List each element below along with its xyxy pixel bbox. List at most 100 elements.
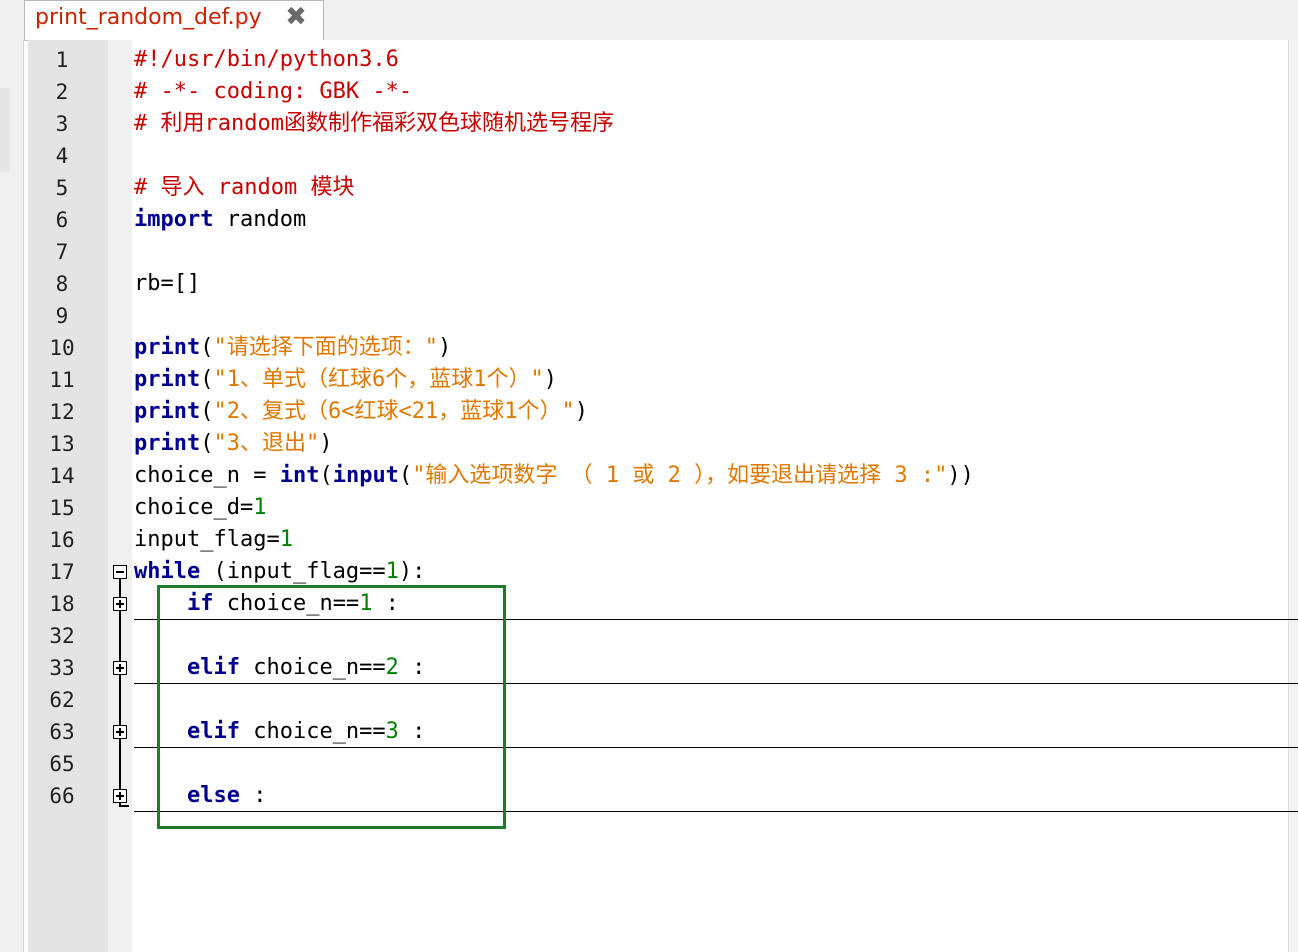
code-text[interactable]: # 导入 random 模块	[134, 172, 354, 204]
code-token: (	[200, 335, 214, 360]
code-token: #!/usr/bin/python3.6	[134, 47, 399, 72]
code-text[interactable]: print("请选择下面的选项：")	[134, 332, 451, 364]
line-number: 11	[49, 368, 75, 392]
tab-bar: print_random_def.py ✖	[0, 0, 1298, 41]
code-line[interactable]: 8 rb=[]	[0, 268, 1298, 300]
fold-tree-line	[119, 579, 121, 805]
code-line[interactable]: 11 print("1、单式（红球6个，蓝球1个）")	[0, 364, 1298, 396]
code-text[interactable]: # 利用random函数制作福彩双色球随机选号程序	[134, 108, 614, 140]
code-token: input	[332, 463, 399, 488]
line-number: 18	[49, 592, 75, 616]
code-token: (	[200, 367, 214, 392]
highlight-box	[157, 585, 506, 829]
code-token: int	[279, 463, 320, 488]
code-token: # -*- coding: GBK -*-	[134, 79, 413, 104]
code-token: (input_flag==	[200, 559, 386, 584]
code-token: "1、单式（红球6个，蓝球1个）"	[213, 367, 544, 392]
code-text[interactable]: input_flag=1	[134, 524, 293, 556]
code-text[interactable]: # -*- coding: GBK -*-	[134, 76, 412, 108]
code-line[interactable]: 12 print("2、复式（6<红球<21，蓝球1个）")	[0, 396, 1298, 428]
code-line[interactable]: 10 print("请选择下面的选项：")	[0, 332, 1298, 364]
code-line[interactable]: 9	[0, 300, 1298, 332]
code-line[interactable]: 6 import random	[0, 204, 1298, 236]
code-line[interactable]: 15 choice_d=1	[0, 492, 1298, 524]
code-token: rb=[]	[134, 271, 201, 296]
code-text[interactable]: while (input_flag==1):	[134, 556, 425, 588]
code-line[interactable]: 4	[0, 140, 1298, 172]
line-number: 17	[49, 560, 75, 584]
code-token: print	[134, 431, 201, 456]
fold-expand-toggle[interactable]	[113, 597, 127, 611]
code-token: ):	[398, 559, 426, 584]
code-line[interactable]: 1 #!/usr/bin/python3.6	[0, 44, 1298, 76]
code-token: 1	[385, 559, 399, 584]
line-number: 4	[55, 144, 69, 168]
code-token: while	[134, 559, 201, 584]
code-token: print	[134, 367, 201, 392]
fold-tree-end	[119, 805, 129, 807]
code-text[interactable]: print("2、复式（6<红球<21，蓝球1个）")	[134, 396, 588, 428]
code-line[interactable]: 16 input_flag=1	[0, 524, 1298, 556]
code-token: (	[398, 463, 413, 488]
code-text[interactable]: rb=[]	[134, 268, 200, 300]
code-line[interactable]: 17 while (input_flag==1):	[0, 556, 1298, 588]
line-number: 14	[49, 464, 75, 488]
fold-expand-toggle[interactable]	[113, 725, 127, 739]
line-number: 5	[55, 176, 69, 200]
code-token: "3、退出"	[213, 431, 320, 456]
code-token: choice_n =	[134, 463, 280, 488]
code-line[interactable]: 13 print("3、退出")	[0, 428, 1298, 460]
line-number: 32	[49, 624, 75, 648]
code-line[interactable]: 7	[0, 236, 1298, 268]
line-number: 2	[55, 80, 69, 104]
code-token: "2、复式（6<红球<21，蓝球1个）"	[213, 399, 575, 424]
code-token: print	[134, 399, 201, 424]
code-token: import	[134, 207, 214, 232]
code-token: (	[319, 463, 333, 488]
code-text[interactable]: print("1、单式（红球6个，蓝球1个）")	[134, 364, 557, 396]
line-number: 13	[49, 432, 75, 456]
close-icon[interactable]: ✖	[281, 2, 311, 32]
fold-expand-toggle[interactable]	[113, 789, 127, 803]
line-number: 6	[55, 208, 69, 232]
code-line[interactable]: 14 choice_n = int(input("输入选项数字 （ 1 或 2 ）…	[0, 460, 1298, 492]
line-number: 65	[49, 752, 75, 776]
code-line[interactable]: 3 # 利用random函数制作福彩双色球随机选号程序	[0, 108, 1298, 140]
code-token: (	[200, 431, 214, 456]
tab-title[interactable]: print_random_def.py	[35, 5, 262, 30]
code-line[interactable]: 5 # 导入 random 模块	[0, 172, 1298, 204]
code-token: ))	[947, 463, 974, 488]
fold-collapse-toggle[interactable]	[113, 565, 127, 579]
line-number: 33	[49, 656, 75, 680]
line-number: 3	[55, 112, 69, 136]
code-token: "请选择下面的选项："	[213, 335, 438, 360]
file-tab[interactable]: print_random_def.py ✖	[24, 0, 324, 40]
code-line[interactable]: 2 # -*- coding: GBK -*-	[0, 76, 1298, 108]
code-token: input_flag=	[134, 527, 280, 552]
fold-expand-toggle[interactable]	[113, 661, 127, 675]
code-token: random	[213, 207, 307, 232]
code-token: print	[134, 335, 201, 360]
code-text[interactable]: import random	[134, 204, 306, 236]
line-number: 1	[55, 48, 69, 72]
code-token: )	[543, 367, 557, 392]
line-number: 12	[49, 400, 75, 424]
code-text[interactable]: choice_d=1	[134, 492, 266, 524]
code-token: )	[574, 399, 588, 424]
line-number: 63	[49, 720, 75, 744]
line-number: 10	[49, 336, 75, 360]
code-text[interactable]: print("3、退出")	[134, 428, 332, 460]
line-number: 62	[49, 688, 75, 712]
code-token: 1	[253, 495, 267, 520]
code-text[interactable]: choice_n = int(input("输入选项数字 （ 1 或 2 ），如…	[134, 460, 974, 492]
line-number: 66	[49, 784, 75, 808]
code-token: )	[319, 431, 333, 456]
code-text[interactable]: #!/usr/bin/python3.6	[134, 44, 399, 76]
code-token: 1	[279, 527, 293, 552]
line-number: 16	[49, 528, 75, 552]
code-token: "输入选项数字 （ 1 或 2 ），如要退出请选择 3 :"	[412, 463, 948, 488]
code-token: # 利用random函数制作福彩双色球随机选号程序	[134, 111, 614, 136]
line-number: 7	[55, 240, 69, 264]
code-token: (	[200, 399, 214, 424]
line-number: 15	[49, 496, 75, 520]
